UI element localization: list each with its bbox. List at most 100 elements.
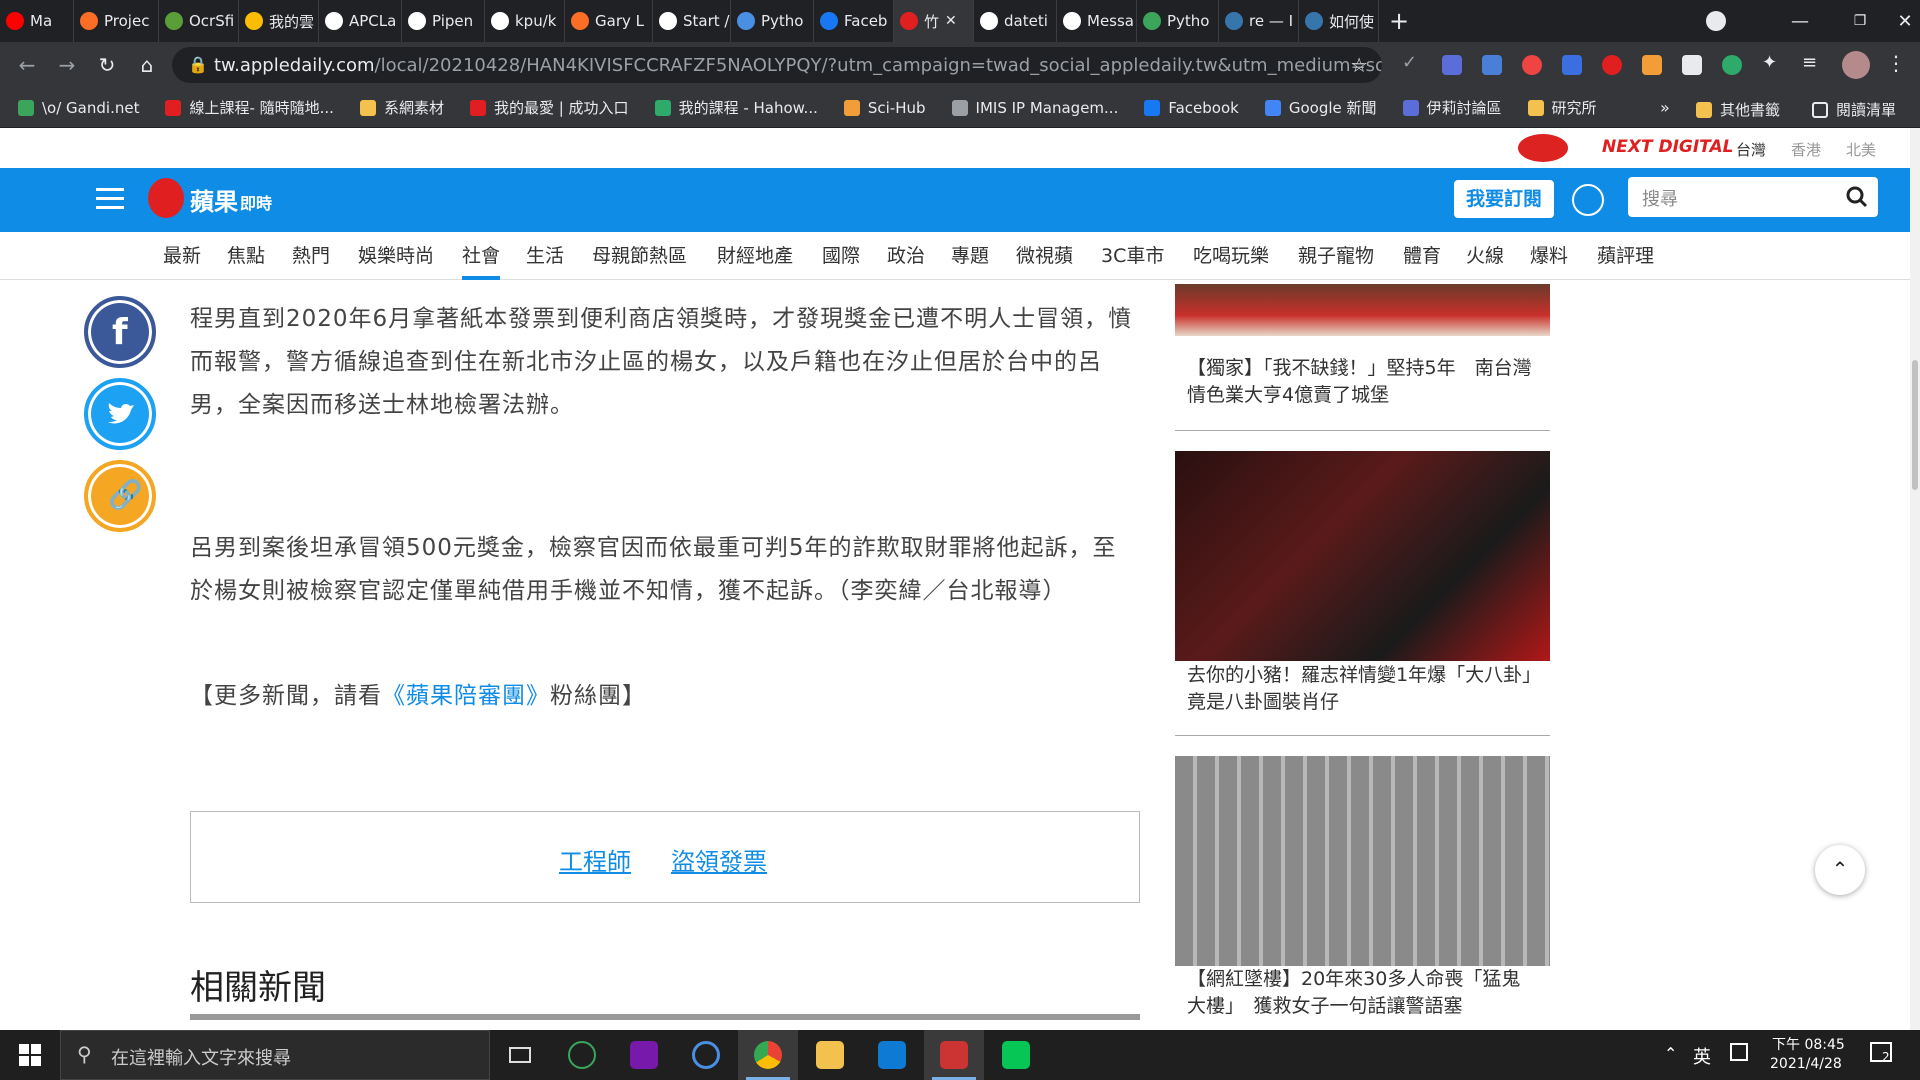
browser-tab[interactable]: Faceb xyxy=(814,0,894,42)
site-logo-sub[interactable]: 即時 xyxy=(240,190,272,214)
tray-chevron-icon[interactable]: ⌃ xyxy=(1664,1044,1677,1063)
ime-mode-icon[interactable] xyxy=(1730,1043,1748,1061)
browser-tab[interactable]: Projec xyxy=(74,0,159,42)
sidebar-image-castle[interactable] xyxy=(1175,284,1550,336)
sidebar-image-building[interactable] xyxy=(1175,756,1550,966)
other-bookmarks[interactable]: 其他書籤 xyxy=(1696,99,1780,120)
browser-tab[interactable]: OcrSfi xyxy=(159,0,239,42)
extensions-puzzle-icon[interactable]: ✦ xyxy=(1762,52,1782,73)
browser-tab[interactable]: dateti xyxy=(974,0,1057,42)
blue-extension-icon[interactable] xyxy=(1562,55,1582,75)
sidebar-image-show-lo[interactable] xyxy=(1175,451,1550,661)
chrome-icon[interactable] xyxy=(738,1030,798,1080)
sidebar-caption-3[interactable]: 【網紅墜樓】20年來30多人命喪「猛鬼大樓」 獲救女子一句話讓警語塞 xyxy=(1187,966,1537,1020)
apple-daily-mini-logo[interactable] xyxy=(1518,134,1568,162)
category-tab[interactable]: 專題 xyxy=(951,232,989,280)
clock-date[interactable]: 2021/4/28 xyxy=(1770,1056,1842,1072)
browser-tab[interactable]: 我的雲 xyxy=(239,0,319,42)
user-account-icon[interactable] xyxy=(1572,184,1604,216)
bookmark-item[interactable]: 線上課程- 隨時隨地... xyxy=(165,97,334,118)
profile-avatar[interactable] xyxy=(1842,51,1870,79)
browser-tab[interactable]: kpu/k xyxy=(485,0,565,42)
notification-center-icon[interactable]: 2 xyxy=(1870,1042,1892,1064)
category-tab[interactable]: 體育 xyxy=(1403,232,1441,280)
category-tab[interactable]: 財經地產 xyxy=(717,232,793,280)
region-tw-link[interactable]: 台灣 xyxy=(1736,139,1766,160)
notion-extension-icon[interactable] xyxy=(1682,55,1702,75)
bookmark-item[interactable]: 我的課程 - Hahow... xyxy=(654,97,818,118)
subscribe-button[interactable]: 我要訂閱 xyxy=(1454,180,1554,218)
site-logo-text[interactable]: 蘋果 xyxy=(190,182,238,217)
category-tab[interactable]: 娛樂時尚 xyxy=(358,232,434,280)
back-icon[interactable]: ← xyxy=(12,50,42,80)
task-view-icon[interactable] xyxy=(490,1030,550,1080)
line-app-icon[interactable] xyxy=(986,1030,1046,1080)
browser-tab[interactable]: Gary L xyxy=(565,0,653,42)
category-tab[interactable]: 微視蘋 xyxy=(1016,232,1073,280)
browser-tab[interactable]: APCLa xyxy=(319,0,402,42)
clock-time[interactable]: 下午 08:45 xyxy=(1772,1034,1845,1054)
category-tab[interactable]: 熱門 xyxy=(292,232,330,280)
jury-fanpage-link[interactable]: 《蘋果陪審團》 xyxy=(382,683,550,709)
vscode-icon[interactable] xyxy=(862,1030,922,1080)
category-tab[interactable]: 社會 xyxy=(462,232,501,280)
category-tab[interactable]: 國際 xyxy=(822,232,860,280)
bookmark-item[interactable]: 研究所 xyxy=(1527,97,1597,118)
close-tab-icon[interactable]: ✕ xyxy=(945,13,957,29)
browser-tab[interactable]: Pipen xyxy=(402,0,485,42)
reading-list[interactable]: 閱讀清單 xyxy=(1812,99,1896,120)
sidebar-caption-2[interactable]: 去你的小豬！羅志祥情變1年爆「大八卦」 竟是八卦圖裝肖仔 xyxy=(1187,662,1551,716)
category-tab[interactable]: 焦點 xyxy=(227,232,265,280)
close-window-icon[interactable]: ✕ xyxy=(1890,0,1920,42)
minimize-icon[interactable]: — xyxy=(1770,0,1830,42)
browser-tab[interactable]: Pytho xyxy=(731,0,814,42)
scrollbar-thumb[interactable] xyxy=(1912,360,1918,490)
search-box[interactable]: 搜尋 xyxy=(1628,177,1878,217)
bookmark-item[interactable]: Google 新聞 xyxy=(1264,97,1377,118)
bookmark-item[interactable]: Sci-Hub xyxy=(843,99,926,117)
category-tab[interactable]: 吃喝玩樂 xyxy=(1193,232,1269,280)
browser-tab[interactable]: Start / xyxy=(653,0,731,42)
fox-extension-icon[interactable] xyxy=(1642,55,1662,75)
facebook-share-button[interactable]: f xyxy=(84,296,156,368)
check-extension-icon[interactable]: ✓ xyxy=(1402,52,1422,73)
category-tab[interactable]: 生活 xyxy=(526,232,564,280)
region-hk-link[interactable]: 香港 xyxy=(1791,139,1821,160)
home-icon[interactable]: ⌂ xyxy=(132,50,162,80)
bookmark-star-icon[interactable]: ☆ xyxy=(1350,53,1368,77)
bookmark-item[interactable]: 系網素材 xyxy=(359,97,444,118)
forward-icon[interactable]: → xyxy=(52,50,82,80)
bookmark-item[interactable]: 伊莉討論區 xyxy=(1402,97,1502,118)
file-explorer-icon[interactable] xyxy=(800,1030,860,1080)
apple-logo-icon[interactable] xyxy=(148,178,184,218)
browser-tab[interactable]: Ma xyxy=(0,0,74,42)
bookmark-item[interactable]: IMIS IP Managem... xyxy=(951,99,1118,117)
tag-engineer[interactable]: 工程師 xyxy=(559,842,631,877)
browser-tab[interactable]: Messa xyxy=(1057,0,1137,42)
region-na-link[interactable]: 北美 xyxy=(1846,139,1876,160)
category-tab[interactable]: 火線 xyxy=(1466,232,1504,280)
media-control-icon[interactable]: ≡ xyxy=(1802,52,1822,73)
category-tab[interactable]: 親子寵物 xyxy=(1298,232,1374,280)
page-scrollbar[interactable] xyxy=(1910,128,1920,1030)
taskbar-search-box[interactable]: ⚲ 在這裡輸入文字來搜尋 xyxy=(60,1030,490,1080)
category-tab[interactable]: 最新 xyxy=(163,232,201,280)
grammarly-extension-icon[interactable] xyxy=(1722,55,1742,75)
translate-extension-icon[interactable] xyxy=(1482,55,1502,75)
browser-tab[interactable]: re — I xyxy=(1219,0,1299,42)
category-tab[interactable]: 爆料 xyxy=(1530,232,1568,280)
back-to-top-button[interactable]: ⌃ xyxy=(1815,845,1865,895)
category-tab[interactable]: 3C車市 xyxy=(1101,232,1164,280)
bookmark-item[interactable]: Facebook xyxy=(1144,99,1239,117)
taskbar-app-c-icon[interactable] xyxy=(676,1030,736,1080)
ime-indicator[interactable]: 英 xyxy=(1693,1043,1711,1069)
copy-link-button[interactable]: 🔗 xyxy=(84,460,156,532)
next-digital-logo[interactable]: NEXT DIGITAL xyxy=(1602,137,1733,157)
bolt-extension-icon[interactable] xyxy=(1442,55,1462,75)
browser-tab[interactable]: Pytho xyxy=(1137,0,1219,42)
taskbar-app-u-icon[interactable] xyxy=(552,1030,612,1080)
tag-invoice-theft[interactable]: 盜領發票 xyxy=(671,842,767,877)
taskbar-app-quill-icon[interactable] xyxy=(924,1030,984,1080)
s-extension-icon[interactable] xyxy=(1522,55,1542,75)
onenote-icon[interactable] xyxy=(614,1030,674,1080)
